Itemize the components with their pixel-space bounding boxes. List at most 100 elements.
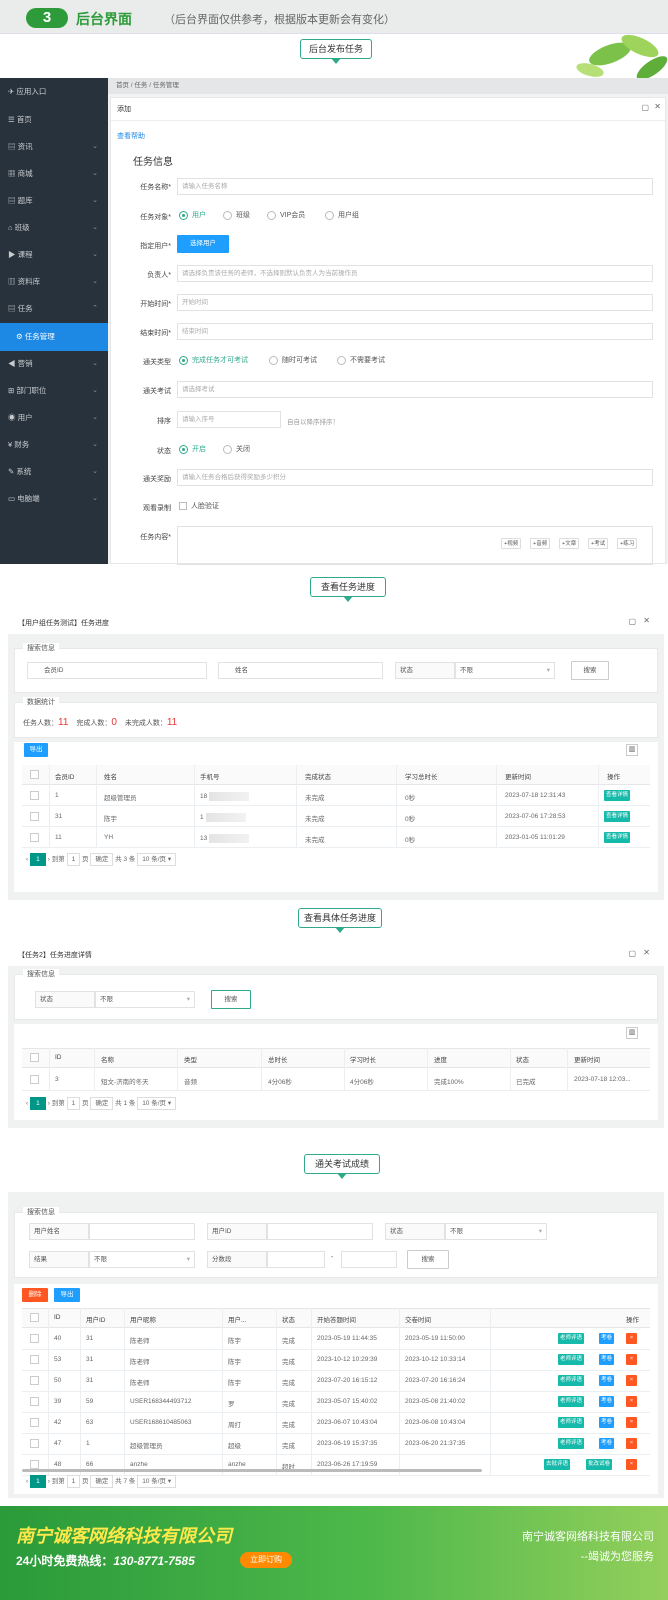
row-checkbox[interactable] — [30, 1334, 39, 1343]
face-verify-checkbox[interactable]: 人脸验证 — [179, 501, 219, 511]
close-icon[interactable]: ✕ — [643, 616, 650, 625]
pass-exam-select[interactable]: 请选择考试 — [177, 381, 653, 398]
add-practice-button[interactable]: +练习 — [617, 538, 638, 549]
delete-row-icon[interactable]: × — [626, 1438, 637, 1449]
columns-icon[interactable]: ▥ — [626, 744, 638, 756]
sidebar-item-system[interactable]: ✎ 系统 ⌄ — [0, 458, 108, 486]
row-checkbox[interactable] — [30, 1355, 39, 1364]
teacher-review-button[interactable]: 老师评语 — [558, 1396, 585, 1407]
col-header[interactable]: 学习总时长 — [405, 771, 438, 781]
exam-paper-button[interactable]: 考卷 — [599, 1396, 615, 1407]
maximize-icon[interactable]: ▢ — [628, 617, 636, 626]
status-select[interactable]: 不限 ▾ — [455, 662, 555, 679]
current-page[interactable]: 1 — [29, 1097, 46, 1110]
reward-input[interactable]: 请输入任务合格后获得奖励多少积分 — [177, 469, 653, 486]
status-option-off[interactable]: 关闭 — [223, 444, 250, 454]
select-all-checkbox[interactable] — [30, 1053, 39, 1062]
pass-type-anytime[interactable]: 随时可考试 — [269, 355, 317, 365]
help-link[interactable]: 查看帮助 — [117, 131, 145, 141]
page-size-select[interactable]: 10 条/页 ▾ — [137, 1475, 177, 1488]
delete-row-icon[interactable]: × — [626, 1417, 637, 1428]
col-header[interactable]: 更新时间 — [574, 1054, 600, 1064]
sidebar-item-task[interactable]: ▤ 任务 ⌃ — [0, 295, 108, 323]
export-button[interactable]: 导出 — [54, 1288, 80, 1302]
current-page[interactable]: 1 — [29, 1475, 46, 1488]
row-checkbox[interactable] — [30, 1418, 39, 1427]
row-checkbox[interactable] — [30, 1075, 39, 1084]
add-article-button[interactable]: +文章 — [559, 538, 580, 549]
sidebar-item-news[interactable]: ▤ 资讯 ⌄ — [0, 133, 108, 161]
sidebar-item-task-manage[interactable]: ⚙ 任务管理 — [0, 323, 108, 351]
add-exam-button[interactable]: +考试 — [588, 538, 609, 549]
maximize-icon[interactable]: ▢ — [641, 103, 649, 112]
page-jump-confirm[interactable]: 确定 — [90, 1097, 114, 1110]
userid-input[interactable] — [267, 1223, 373, 1240]
score-min-input[interactable] — [267, 1251, 325, 1268]
exam-paper-button[interactable]: 考卷 — [599, 1354, 615, 1365]
teacher-review-button[interactable]: 老师评语 — [558, 1354, 585, 1365]
page-jump-input[interactable]: 1 — [66, 1097, 81, 1110]
delete-row-icon[interactable]: × — [626, 1375, 637, 1386]
pass-type-after-complete[interactable]: 完成任务才可考试 — [179, 355, 248, 365]
start-time-input[interactable]: 开始时间 — [177, 294, 653, 311]
view-detail-button[interactable]: 查看详情 — [604, 790, 631, 801]
sidebar-item-user[interactable]: ◉ 用户 ⌄ — [0, 404, 108, 432]
close-icon[interactable]: ✕ — [643, 948, 650, 957]
sidebar-item-mall[interactable]: ▦ 商城 ⌄ — [0, 160, 108, 188]
member-id-input[interactable]: 会员ID — [27, 662, 207, 679]
sidebar-item-department[interactable]: ⊞ 部门职位 ⌄ — [0, 377, 108, 405]
row-checkbox[interactable] — [30, 833, 39, 842]
sidebar-item-question-bank[interactable]: ▤ 题库 ⌄ — [0, 187, 108, 215]
target-option-group[interactable]: 用户组 — [325, 210, 359, 220]
page-jump-input[interactable]: 1 — [66, 853, 81, 866]
row-checkbox[interactable] — [30, 1376, 39, 1385]
teacher-review-button[interactable]: 老师评语 — [558, 1375, 585, 1386]
target-option-class[interactable]: 班级 — [223, 210, 250, 220]
delete-row-icon[interactable]: × — [626, 1333, 637, 1344]
exam-paper-button[interactable]: 考卷 — [599, 1438, 615, 1449]
page-size-select[interactable]: 10 条/页 ▾ — [137, 853, 177, 866]
result-select[interactable]: 不限 ▾ — [89, 1251, 195, 1268]
page-jump-confirm[interactable]: 确定 — [90, 1475, 114, 1488]
review-comment-button[interactable]: 去批评语 — [544, 1459, 571, 1470]
owner-input[interactable]: 请选择负责该任务的老师，不选择则默认负责人为当前操作员 — [177, 265, 653, 282]
row-checkbox[interactable] — [30, 1439, 39, 1448]
page-size-select[interactable]: 10 条/页 ▾ — [137, 1097, 177, 1110]
teacher-review-button[interactable]: 老师评语 — [558, 1417, 585, 1428]
sidebar-item-library[interactable]: ▥ 资料库 ⌄ — [0, 268, 108, 296]
delete-button[interactable]: 删除 — [22, 1288, 48, 1302]
search-button[interactable]: 搜索 — [407, 1250, 449, 1269]
close-icon[interactable]: ✕ — [654, 102, 661, 111]
sidebar-item-home[interactable]: ☰ 首页 — [0, 106, 108, 134]
row-checkbox[interactable] — [30, 1397, 39, 1406]
sidebar-item-finance[interactable]: ¥ 财务 ⌄ — [0, 431, 108, 459]
status-select[interactable]: 不限 ▾ — [95, 991, 195, 1008]
sort-input[interactable]: 请输入序号 — [177, 411, 281, 428]
search-button[interactable]: 搜索 — [571, 661, 609, 680]
status-option-on[interactable]: 开启 — [179, 444, 206, 454]
pass-type-no-exam[interactable]: 不需要考试 — [337, 355, 385, 365]
col-header[interactable]: 更新时间 — [505, 771, 531, 781]
current-page[interactable]: 1 — [29, 853, 46, 866]
select-all-checkbox[interactable] — [30, 770, 39, 779]
score-max-input[interactable] — [341, 1251, 397, 1268]
sidebar-item-pc[interactable]: ▭ 电脑端 ⌄ — [0, 485, 108, 513]
row-checkbox[interactable] — [30, 791, 39, 800]
order-now-button[interactable]: 立即订购 — [240, 1552, 292, 1568]
delete-row-icon[interactable]: × — [626, 1354, 637, 1365]
columns-icon[interactable]: ▥ — [626, 1027, 638, 1039]
exam-paper-button[interactable]: 考卷 — [599, 1417, 615, 1428]
teacher-review-button[interactable]: 老师评语 — [558, 1333, 585, 1344]
delete-row-icon[interactable]: × — [626, 1459, 637, 1470]
name-input[interactable]: 姓名 — [218, 662, 383, 679]
select-all-checkbox[interactable] — [30, 1313, 39, 1322]
username-input[interactable] — [89, 1223, 195, 1240]
exam-paper-button[interactable]: 考卷 — [599, 1333, 615, 1344]
horizontal-scrollbar[interactable] — [22, 1469, 482, 1472]
export-button[interactable]: 导出 — [24, 743, 48, 757]
sidebar-item-course[interactable]: ▶ 课程 ⌄ — [0, 241, 108, 269]
sidebar-item-marketing[interactable]: ◀ 营销 ⌄ — [0, 350, 108, 378]
view-detail-button[interactable]: 查看详情 — [604, 832, 631, 843]
end-time-input[interactable]: 结束时间 — [177, 323, 653, 340]
maximize-icon[interactable]: ▢ — [628, 949, 636, 958]
